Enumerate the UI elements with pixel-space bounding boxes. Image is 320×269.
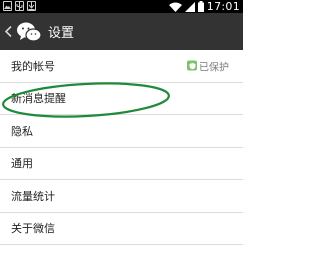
wechat-logo-icon[interactable]: [16, 21, 42, 43]
settings-item-label: 我的帐号: [11, 59, 55, 73]
settings-item-general[interactable]: 通用: [0, 148, 243, 180]
settings-item-account[interactable]: 我的帐号 已保护: [0, 50, 243, 83]
account-status: 已保护: [187, 58, 229, 73]
battery-icon: [197, 1, 204, 12]
settings-item-label: 通用: [11, 157, 33, 171]
settings-item-privacy[interactable]: 隐私: [0, 115, 243, 148]
notification-icons: [3, 1, 36, 11]
signal-icon: [184, 1, 195, 12]
chevron-left-icon: [4, 26, 12, 37]
settings-item-label: 流量统计: [11, 189, 55, 203]
status-time: 17:01: [206, 0, 240, 13]
title-bar: 设置: [0, 13, 243, 50]
wifi-icon: [168, 2, 182, 12]
settings-item-label: 隐私: [11, 124, 33, 138]
usb-icon: [15, 1, 24, 11]
picture-icon: [3, 1, 12, 11]
settings-item-data-usage[interactable]: 流量统计: [0, 180, 243, 213]
settings-item-label: 关于微信: [11, 222, 55, 236]
shield-icon: [187, 60, 197, 71]
account-status-text: 已保护: [199, 62, 229, 74]
settings-item-new-message-notification[interactable]: 新消息提醒: [0, 83, 243, 115]
status-bar: 17:01: [0, 0, 243, 13]
settings-item-about[interactable]: 关于微信: [0, 213, 243, 245]
settings-list: 我的帐号 已保护 新消息提醒 隐私 通用 流量统计 关于微信: [0, 50, 243, 245]
settings-item-label: 新消息提醒: [11, 92, 66, 106]
status-indicators: 17:01: [168, 0, 240, 13]
page-title: 设置: [48, 26, 75, 41]
back-button[interactable]: [2, 26, 14, 37]
download-icon: [27, 1, 36, 11]
